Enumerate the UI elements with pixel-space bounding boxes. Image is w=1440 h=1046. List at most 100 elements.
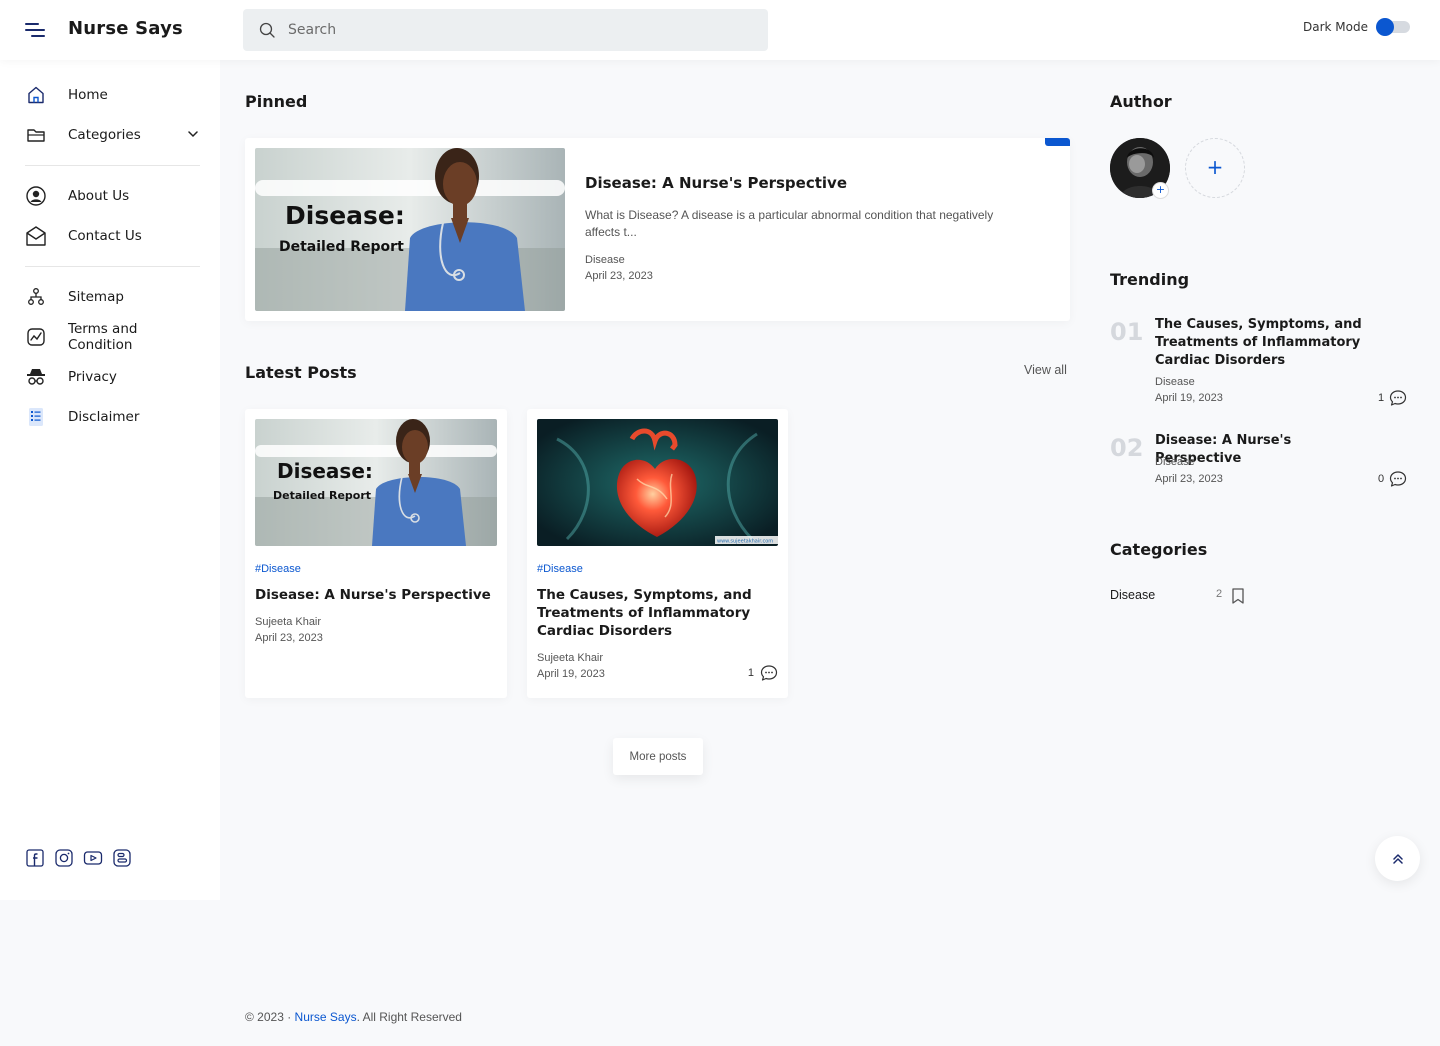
pinned-post-excerpt: What is Disease? A disease is a particul… [585, 208, 994, 239]
comment-count-value: 1 [1378, 392, 1385, 404]
thumbnail-subtitle: Detailed Report [279, 239, 404, 255]
search-icon [259, 22, 275, 38]
add-author-button[interactable]: + [1185, 138, 1245, 198]
dark-mode-label: Dark Mode [1303, 20, 1368, 34]
post-tag[interactable]: #Disease [255, 563, 301, 575]
trending-category[interactable]: Disease [1155, 376, 1195, 388]
comment-count-value: 1 [747, 667, 754, 679]
comment-count[interactable]: 1 [748, 664, 778, 682]
pinned-post-card[interactable]: Disease: Detailed Report Disease: A Nurs… [245, 138, 1070, 321]
post-author[interactable]: Sujeeta Khair [537, 652, 603, 664]
trending-comment-count[interactable]: 1 [1378, 389, 1407, 407]
post-thumbnail[interactable]: Disease: Detailed Report [255, 419, 497, 546]
dark-mode-switch: Dark Mode [1303, 18, 1410, 36]
post-card[interactable]: www.sujeetakhair.com #Disease The Causes… [527, 409, 788, 698]
toggle-knob [1376, 18, 1394, 36]
trending-title[interactable]: The Causes, Symptoms, and Treatments of … [1155, 316, 1370, 370]
pinned-post-category[interactable]: Disease [585, 254, 625, 266]
scroll-to-top-button[interactable] [1375, 836, 1420, 881]
latest-posts-heading: Latest Posts [245, 363, 357, 382]
trending-category[interactable]: Disease [1155, 456, 1195, 468]
social-links [25, 848, 132, 868]
sidebar-item-contact[interactable]: Contact Us [25, 224, 200, 248]
footer-suffix: . All Right Reserved [356, 1010, 462, 1024]
author-heading: Author [1110, 92, 1172, 111]
trending-number: 02 [1110, 434, 1144, 462]
envelope-icon [26, 226, 46, 246]
footer-prefix: © 2023 · [245, 1010, 295, 1024]
folder-icon [27, 129, 45, 142]
sidebar-item-label: Disclaimer [68, 409, 140, 425]
post-tag[interactable]: #Disease [537, 563, 583, 575]
more-posts-button[interactable]: More posts [613, 738, 703, 775]
post-author[interactable]: Sujeeta Khair [255, 616, 321, 628]
chart-icon [27, 328, 45, 346]
heart-image: www.sujeetakhair.com [537, 419, 778, 546]
category-item[interactable]: Disease 2 [1110, 586, 1250, 606]
trending-number: 01 [1110, 318, 1144, 346]
menu-icon[interactable] [25, 21, 45, 39]
user-circle-icon [26, 186, 46, 206]
trending-heading: Trending [1110, 270, 1190, 289]
sidebar-item-label: Sitemap [68, 289, 124, 305]
post-date: April 23, 2023 [255, 632, 323, 644]
instagram-icon[interactable] [54, 848, 74, 868]
view-all-link[interactable]: View all [1024, 363, 1067, 377]
thumbnail-subtitle: Detailed Report [273, 489, 371, 502]
post-card[interactable]: Disease: Detailed Report #Disease Diseas… [245, 409, 507, 698]
facebook-icon[interactable] [25, 848, 45, 868]
sidebar-item-privacy[interactable]: Privacy [25, 365, 200, 389]
chevron-down-icon[interactable] [188, 129, 198, 139]
thumbnail-title: Disease: [285, 201, 405, 230]
trending-date: April 19, 2023 [1155, 392, 1223, 404]
top-header: Nurse Says Dark Mode [0, 0, 1440, 60]
comment-icon [760, 665, 778, 681]
sidebar-item-label: Contact Us [68, 228, 142, 244]
footer-site-link[interactable]: Nurse Says [295, 1010, 357, 1024]
sidebar-item-label: Categories [68, 127, 141, 143]
home-icon [28, 86, 44, 104]
sitemap-icon [28, 288, 44, 305]
pinned-marker [1045, 138, 1070, 146]
double-chevron-up-icon [1392, 853, 1403, 864]
comment-icon [1390, 471, 1407, 487]
sidebar-item-about[interactable]: About Us [25, 184, 200, 208]
category-name: Disease [1110, 588, 1156, 602]
search-box[interactable] [243, 9, 768, 51]
sidebar-item-home[interactable]: Home [25, 83, 200, 107]
sidebar-item-label: Privacy [68, 369, 117, 385]
sidebar-item-label: Home [68, 87, 108, 103]
sidebar-item-disclaimer[interactable]: Disclaimer [25, 405, 200, 429]
post-title[interactable]: The Causes, Symptoms, and Treatments of … [537, 586, 779, 640]
nurse-image: Disease: Detailed Report [255, 419, 497, 546]
category-count: 2 [1216, 588, 1223, 600]
search-input[interactable] [288, 9, 748, 51]
pinned-heading: Pinned [245, 92, 308, 111]
sidebar-item-terms[interactable]: Terms and Condition [25, 321, 200, 353]
categories-heading: Categories [1110, 540, 1208, 559]
avatar-plus-badge[interactable]: + [1152, 182, 1169, 199]
sidebar: Home Categories About Us Contact Us Site… [0, 60, 220, 900]
thumbnail-title: Disease: [277, 459, 373, 483]
sidebar-item-sitemap[interactable]: Sitemap [25, 285, 200, 309]
list-icon [29, 408, 43, 426]
pinned-post-title[interactable]: Disease: A Nurse's Perspective [585, 174, 847, 192]
sidebar-item-label: Terms and Condition [68, 321, 138, 353]
site-title[interactable]: Nurse Says [68, 18, 183, 39]
trending-date: April 23, 2023 [1155, 473, 1223, 485]
blogger-icon[interactable] [112, 848, 132, 868]
footer: © 2023 · Nurse Says. All Right Reserved [245, 1010, 462, 1024]
bookmark-icon [1232, 588, 1244, 604]
pinned-thumbnail[interactable]: Disease: Detailed Report [255, 148, 565, 311]
dark-mode-toggle[interactable] [1376, 18, 1410, 36]
nurse-image: Disease: Detailed Report [255, 148, 565, 311]
sidebar-item-label: About Us [68, 188, 130, 204]
post-title[interactable]: Disease: A Nurse's Perspective [255, 586, 497, 604]
thumbnail-watermark: www.sujeetakhair.com [717, 539, 773, 545]
comment-count-value: 0 [1378, 473, 1385, 485]
post-thumbnail[interactable]: www.sujeetakhair.com [537, 419, 778, 546]
sidebar-divider [25, 165, 200, 166]
sidebar-item-categories[interactable]: Categories [25, 123, 200, 147]
trending-comment-count[interactable]: 0 [1378, 470, 1407, 488]
youtube-icon[interactable] [83, 848, 103, 868]
